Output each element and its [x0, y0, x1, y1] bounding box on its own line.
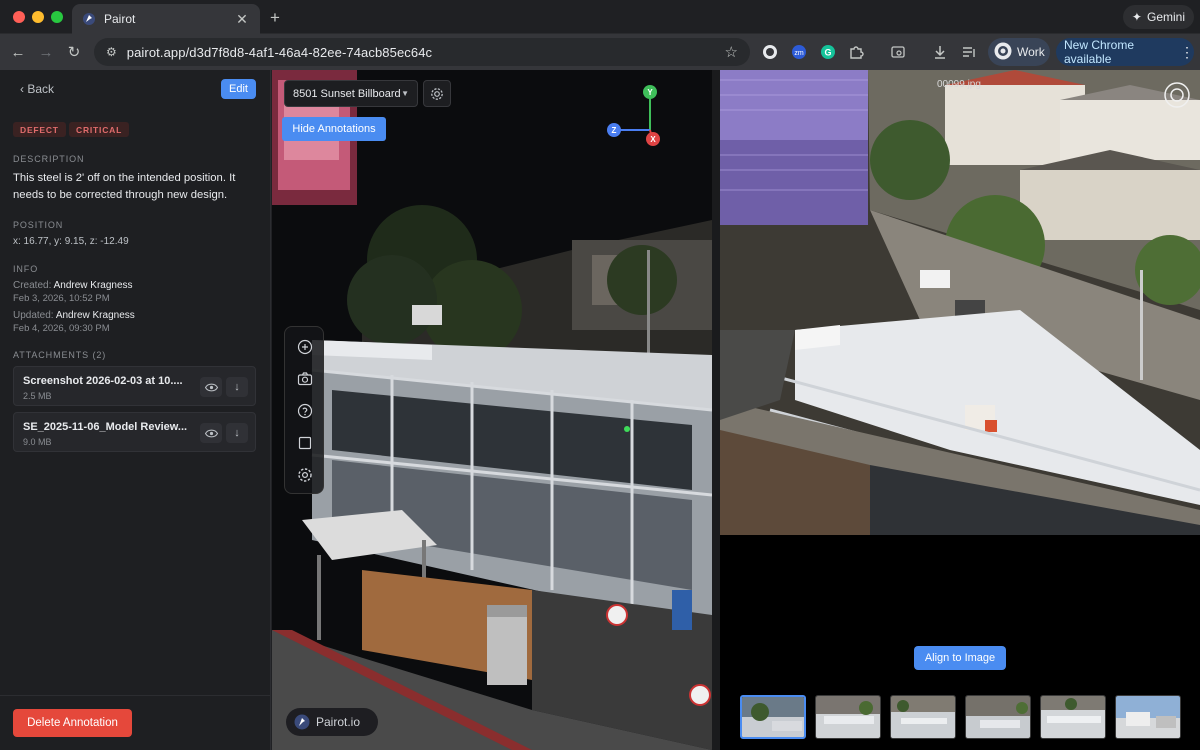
photo-thumbnail[interactable] [890, 695, 956, 739]
updated-by: Andrew Kragness [55, 310, 135, 321]
delete-annotation-button[interactable]: Delete Annotation [13, 709, 132, 737]
minimize-window-button[interactable] [32, 11, 44, 23]
download-icon[interactable] [930, 42, 950, 62]
extension-pairot-icon[interactable] [760, 42, 780, 62]
attachments-heading: ATTACHMENTS (2) [13, 350, 107, 360]
back-link[interactable]: ‹ Back [20, 82, 54, 96]
site-name: 8501 Sunset Billboard [293, 87, 401, 100]
annotation-sidebar: ‹ Back Edit DEFECT CRITICAL DESCRIPTION … [0, 70, 271, 750]
eye-icon[interactable] [200, 377, 222, 397]
photo-thumbnail[interactable] [1040, 695, 1106, 739]
gemini-label: Gemini [1146, 10, 1185, 24]
axis-gizmo[interactable]: Y Z X [604, 82, 674, 152]
site-selector-dropdown[interactable]: 8501 Sunset Billboard ▼ [284, 80, 418, 107]
extension-zoom-icon[interactable]: zm [789, 42, 809, 62]
viewer-settings-button[interactable] [423, 80, 451, 107]
gear-icon [431, 87, 443, 100]
work-label: Work [1017, 45, 1045, 59]
square-icon[interactable] [295, 433, 315, 453]
created-by: Andrew Kragness [53, 280, 133, 291]
pairot-brand-badge[interactable]: Pairot.io [286, 708, 378, 736]
download-arrow-icon[interactable]: ↓ [226, 423, 248, 443]
info-heading: INFO [13, 264, 39, 274]
sidebar-divider [0, 695, 271, 696]
add-icon[interactable] [295, 337, 315, 357]
hide-annotations-button[interactable]: Hide Annotations [282, 117, 386, 141]
chrome-update-button[interactable]: New Chrome available ⋮ [1056, 38, 1194, 66]
pairot-favicon-icon [82, 12, 96, 26]
eye-icon[interactable] [200, 423, 222, 443]
photo-thumbnail[interactable] [965, 695, 1031, 739]
extensions-puzzle-icon[interactable] [846, 42, 866, 62]
defect-badge: DEFECT [13, 122, 66, 137]
svg-text:zm: zm [794, 50, 804, 57]
attachment-name: Screenshot 2026-02-03 at 10.... [23, 375, 183, 387]
updated-date: Feb 4, 2026, 09:30 PM [13, 323, 110, 334]
tool-palette [284, 326, 324, 494]
photo-thumbnail[interactable] [815, 695, 881, 739]
pairot-logo-icon [294, 714, 310, 730]
camera-icon[interactable] [295, 369, 315, 389]
tab-title: Pairot [104, 12, 136, 26]
split-pane-divider[interactable] [712, 70, 720, 750]
close-tab-icon[interactable]: ✕ [234, 11, 250, 28]
work-profile-button[interactable]: Work [988, 38, 1050, 66]
photo-thumbnail[interactable] [740, 695, 806, 739]
created-label: Created: [13, 280, 52, 291]
photo-filename: 00099.jpg [937, 79, 981, 90]
download-arrow-icon[interactable]: ↓ [226, 377, 248, 397]
brand-label: Pairot.io [316, 715, 361, 729]
gemini-button[interactable]: ✦ Gemini [1122, 5, 1194, 29]
site-settings-icon[interactable]: ⚙ [106, 45, 117, 59]
position-heading: POSITION [13, 220, 64, 230]
description-text: This steel is 2' off on the intended pos… [13, 172, 236, 201]
reference-photo[interactable] [720, 70, 1200, 535]
attachment-item[interactable]: SE_2025-11-06_Model Review... 9.0 MB ↓ [13, 412, 256, 452]
more-menu-icon[interactable]: ⋮ [1180, 44, 1194, 61]
reading-list-icon[interactable] [959, 42, 979, 62]
browser-titlebar: Pairot ✕ + ✦ Gemini [0, 0, 1200, 34]
address-bar[interactable]: ⚙ pairot.app/d3d7f8d8-4af1-46a4-82ee-74a… [94, 38, 750, 66]
forward-arrow-icon[interactable]: → [33, 39, 59, 65]
url-text: pairot.app/d3d7f8d8-4af1-46a4-82ee-74acb… [126, 44, 433, 60]
attachment-name: SE_2025-11-06_Model Review... [23, 421, 188, 433]
help-icon[interactable] [295, 401, 315, 421]
attachment-size: 2.5 MB [23, 391, 52, 401]
maximize-window-button[interactable] [51, 11, 63, 23]
sparkle-icon: ✦ [1131, 10, 1142, 24]
chevron-down-icon: ▼ [401, 89, 409, 98]
z-axis-label: Z [612, 126, 617, 135]
edit-button[interactable]: Edit [221, 79, 256, 99]
update-label: New Chrome available [1064, 38, 1135, 66]
updated-info: Updated: Andrew Kragness [13, 310, 135, 321]
point-cloud-scene[interactable] [272, 70, 712, 750]
back-arrow-icon[interactable]: ← [5, 39, 31, 65]
close-window-button[interactable] [13, 11, 25, 23]
created-date: Feb 3, 2026, 10:52 PM [13, 293, 110, 304]
x-axis-label: X [650, 135, 656, 144]
extension-grammarly-icon[interactable]: G [818, 42, 838, 62]
profile-overlay-icon [1164, 82, 1190, 113]
svg-text:G: G [824, 48, 831, 58]
bookmark-star-icon[interactable]: ☆ [725, 43, 738, 61]
browser-tab[interactable]: Pairot ✕ [72, 4, 260, 34]
created-info: Created: Andrew Kragness [13, 280, 133, 291]
new-tab-button[interactable]: + [266, 8, 284, 28]
critical-badge: CRITICAL [69, 122, 130, 137]
settings-icon[interactable] [295, 465, 315, 485]
description-heading: DESCRIPTION [13, 154, 85, 164]
profile-avatar-icon [994, 42, 1012, 63]
tab-search-icon[interactable] [888, 42, 908, 62]
y-axis-label: Y [647, 88, 653, 97]
position-value: x: 16.77, y: 9.15, z: -12.49 [13, 236, 129, 247]
reference-photo-pane: 00099.jpg Align to Image [720, 70, 1200, 750]
browser-toolbar: ← → ↻ ⚙ pairot.app/d3d7f8d8-4af1-46a4-82… [0, 34, 1200, 70]
attachment-item[interactable]: Screenshot 2026-02-03 at 10.... 2.5 MB ↓ [13, 366, 256, 406]
photo-thumbnail[interactable] [1115, 695, 1181, 739]
align-to-image-button[interactable]: Align to Image [914, 646, 1006, 670]
reload-icon[interactable]: ↻ [61, 39, 87, 65]
3d-model-viewer[interactable]: 8501 Sunset Billboard ▼ Hide Annotations… [272, 70, 712, 750]
attachment-size: 9.0 MB [23, 437, 52, 447]
updated-label: Updated: [13, 310, 54, 321]
